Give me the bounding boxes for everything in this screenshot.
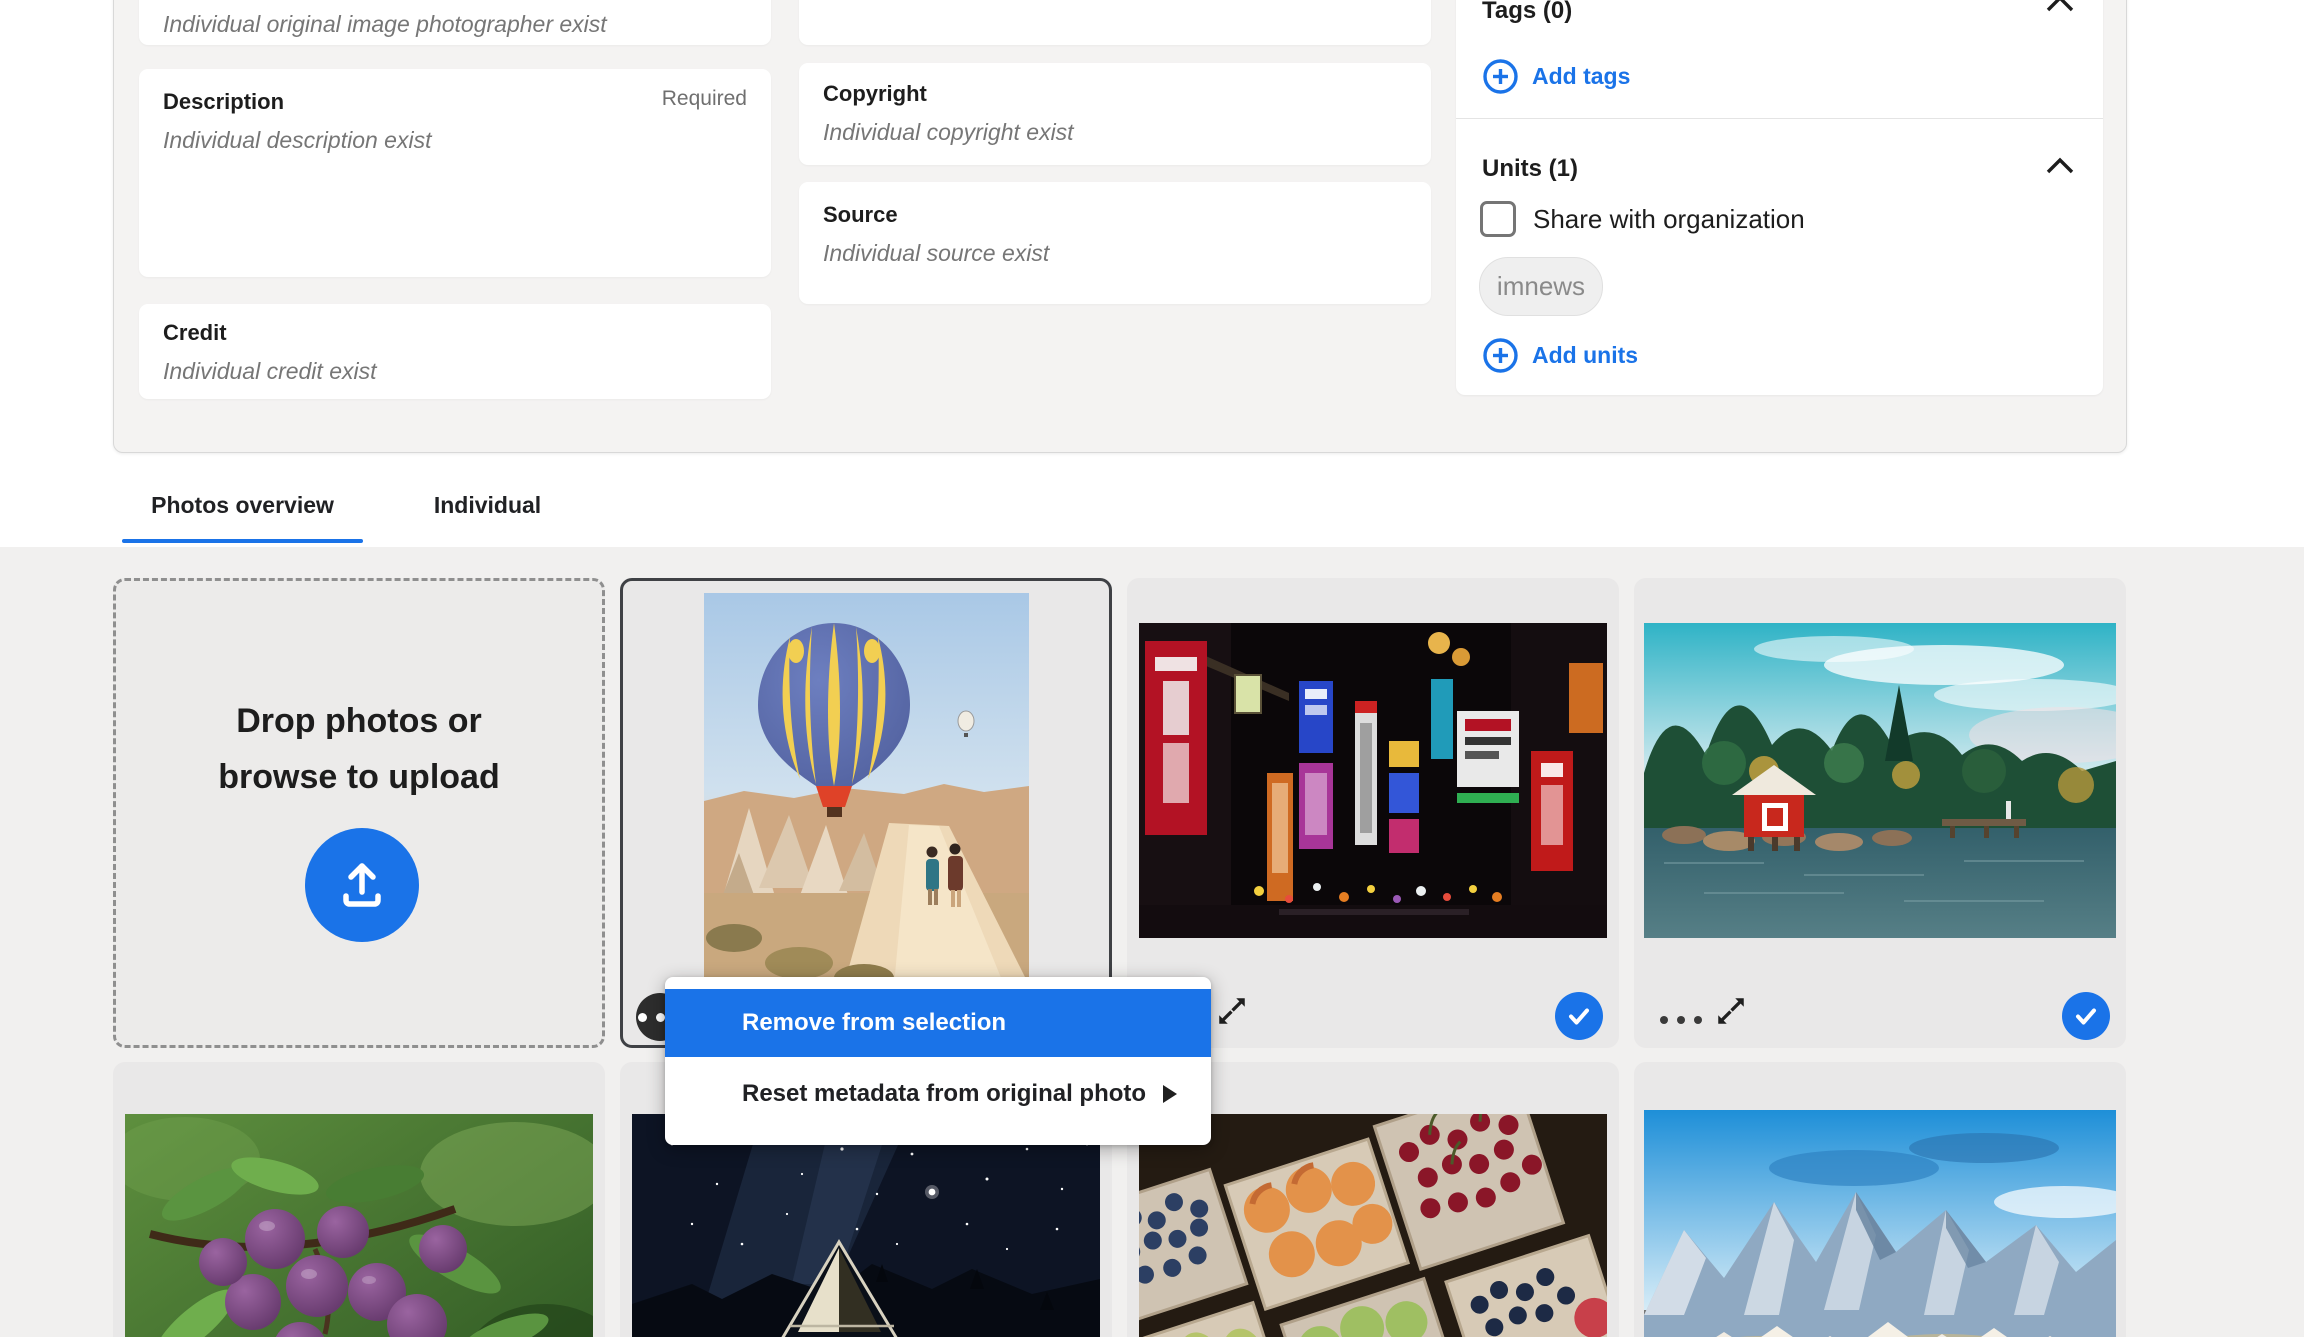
add-circle-icon (1482, 337, 1519, 374)
selected-check-badge[interactable] (2062, 992, 2110, 1040)
check-icon (1564, 1001, 1594, 1031)
active-tab-underline (122, 539, 363, 543)
upload-button[interactable] (305, 828, 419, 942)
share-checkbox-label: Share with organization (1533, 204, 1805, 235)
photo-tokyo[interactable] (1139, 623, 1607, 938)
dropzone-text: Drop photos or browse to upload (116, 693, 602, 805)
photo-fruits[interactable] (1139, 1114, 1607, 1337)
copyright-placeholder: Individual copyright exist (823, 118, 1407, 146)
menu-item-reset-metadata[interactable]: Reset metadata from original photo (665, 1057, 1211, 1131)
tab-individual[interactable]: Individual (415, 468, 560, 543)
units-section-title: Units (1) (1482, 155, 1578, 183)
menu-item-remove-from-selection[interactable]: Remove from selection (665, 989, 1211, 1057)
source-field[interactable]: Source Individual source exist (799, 182, 1431, 304)
photo-card-cabin[interactable] (1634, 578, 2126, 1048)
add-tags-button[interactable]: Add tags (1482, 57, 1630, 95)
unit-chip[interactable]: imnews (1479, 257, 1603, 316)
photographer-placeholder: Individual original image photographer e… (163, 10, 607, 38)
more-options-button[interactable] (1660, 1016, 1702, 1024)
tags-units-panel: Tags (0) Add tags Units (1) Share with o (1456, 0, 2103, 395)
photo-card-plums[interactable] (113, 1062, 605, 1337)
copyright-label: Copyright (823, 81, 1407, 107)
description-field[interactable]: Description Required Individual descript… (139, 69, 771, 277)
upload-dropzone[interactable]: Drop photos or browse to upload (113, 578, 605, 1048)
photo-balloon[interactable] (704, 593, 1029, 985)
metadata-panel: Individual original image photographer e… (113, 0, 2127, 453)
add-units-button[interactable]: Add units (1482, 336, 1638, 374)
photo-card-village[interactable] (1634, 1062, 2126, 1337)
share-with-organization-row: Share with organization (1480, 201, 1805, 237)
submenu-arrow-icon (1163, 1085, 1177, 1103)
selected-check-badge[interactable] (1555, 992, 1603, 1040)
photographer-field[interactable]: Individual original image photographer e… (139, 0, 771, 45)
photo-upload-page: Individual original image photographer e… (0, 0, 2304, 1337)
units-collapse-icon[interactable] (2045, 157, 2075, 175)
check-icon (2071, 1001, 2101, 1031)
required-badge: Required (662, 87, 747, 111)
tab-photos-overview[interactable]: Photos overview (122, 468, 363, 543)
source-label: Source (823, 202, 1407, 228)
credit-field[interactable]: Credit Individual credit exist (139, 304, 771, 399)
expand-icon[interactable] (1714, 994, 1748, 1028)
description-label: Description (163, 89, 747, 115)
context-menu: Remove from selection Reset metadata fro… (665, 977, 1211, 1145)
expand-icon[interactable] (1215, 994, 1249, 1028)
credit-label: Credit (163, 320, 747, 346)
add-tags-label: Add tags (1532, 63, 1630, 90)
source-placeholder: Individual source exist (823, 239, 1407, 267)
add-circle-icon (1482, 58, 1519, 95)
description-placeholder: Individual description exist (163, 126, 747, 154)
credit-placeholder: Individual credit exist (163, 357, 747, 385)
upload-icon (333, 856, 391, 914)
empty-top-field[interactable] (799, 0, 1431, 45)
photo-plums[interactable] (125, 1114, 593, 1337)
tags-collapse-icon[interactable] (2045, 0, 2075, 13)
add-units-label: Add units (1532, 342, 1638, 369)
share-checkbox[interactable] (1480, 201, 1516, 237)
tags-section-title: Tags (0) (1482, 0, 1572, 25)
photo-village[interactable] (1644, 1110, 2116, 1337)
panel-divider (1456, 118, 2103, 119)
photo-cabin[interactable] (1644, 623, 2116, 938)
photo-camp[interactable] (632, 1114, 1100, 1337)
copyright-field[interactable]: Copyright Individual copyright exist (799, 63, 1431, 165)
